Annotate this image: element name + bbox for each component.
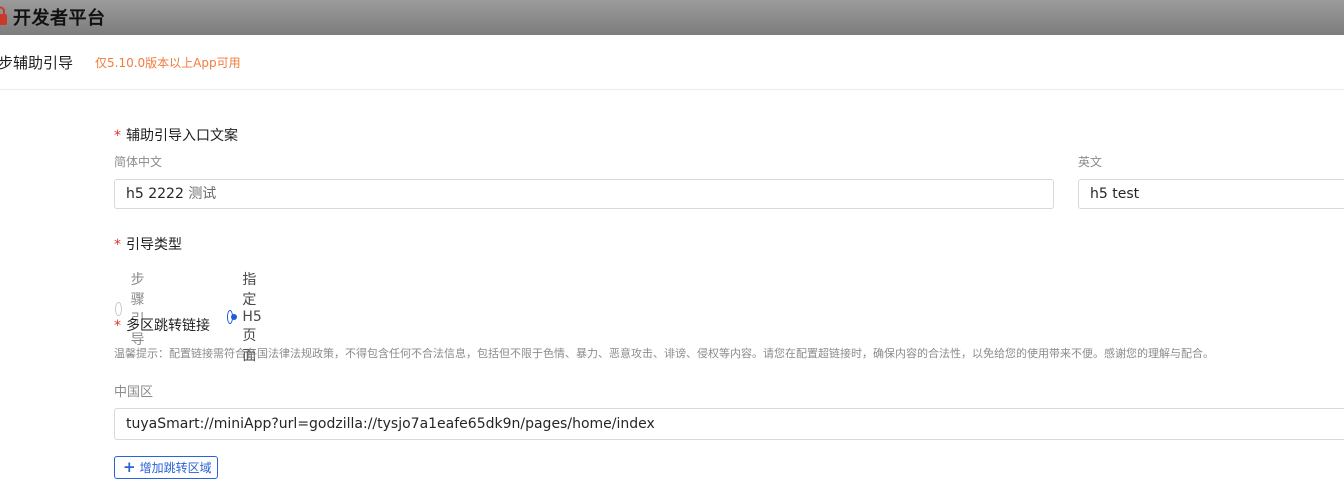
radio-checked-icon — [227, 310, 238, 324]
region-label: 中国区 — [114, 385, 154, 400]
links-label: * 多区跳转链接 — [114, 315, 210, 335]
links-label-text: 多区跳转链接 — [126, 318, 210, 334]
required-mark: * — [114, 318, 121, 334]
page-title: 步辅助引导 — [0, 54, 74, 72]
radio-step-guide[interactable]: 步骤引导 — [115, 269, 152, 349]
zh-label: 简体中文 — [114, 155, 163, 169]
required-mark: * — [114, 237, 121, 253]
en-text-value: h5 test — [1090, 186, 1140, 202]
en-text-input[interactable]: h5 test — [1078, 179, 1344, 209]
add-region-button-label: 增加跳转区域 — [139, 461, 212, 475]
compliance-hint: 温馨提示：配置链接需符合各国法律法规政策，不得包含任何不合法信息，包括但不限于色… — [114, 347, 1214, 360]
radio-step-guide-label: 步骤引导 — [130, 272, 145, 348]
top-bar: 开发者平台 — [0, 0, 1344, 35]
zh-text-value: h5 2222 — [126, 186, 184, 202]
required-mark: * — [114, 128, 121, 144]
region-url-value: tuyaSmart://miniApp?url=godzilla://tysjo… — [126, 416, 655, 432]
zh-text-input[interactable]: h5 2222 测试 — [114, 179, 1054, 209]
guide-type-label: * 引导类型 — [114, 234, 182, 254]
region-url-input[interactable]: tuyaSmart://miniApp?url=godzilla://tysjo… — [114, 408, 1344, 440]
en-label: 英文 — [1078, 155, 1103, 169]
lock-logo-icon — [0, 6, 7, 25]
version-note: 仅5.10.0版本以上App可用 — [95, 56, 241, 70]
entry-text-label-text: 辅助引导入口文案 — [126, 128, 238, 144]
guide-type-label-text: 引导类型 — [126, 237, 182, 253]
entry-text-label: * 辅助引导入口文案 — [114, 125, 238, 145]
radio-unchecked-icon — [115, 302, 122, 316]
plus-icon: + — [123, 458, 136, 476]
app-title: 开发者平台 — [13, 8, 106, 29]
zh-text-value-suffix: 测试 — [188, 186, 217, 202]
add-region-button[interactable]: + 增加跳转区域 — [114, 456, 218, 479]
